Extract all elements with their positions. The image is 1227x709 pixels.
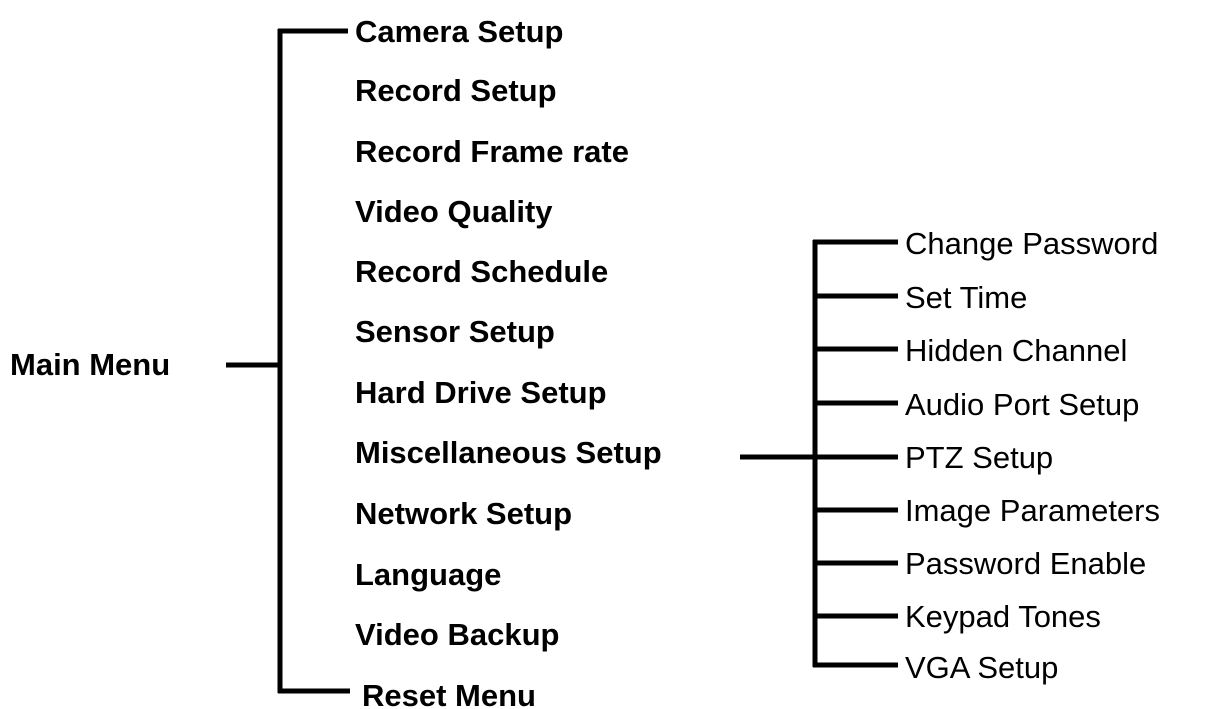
sub-item-ptz-setup[interactable]: PTZ Setup — [905, 440, 1053, 475]
main-item-hard-drive-setup[interactable]: Hard Drive Setup — [355, 375, 607, 410]
sub-item-image-parameters[interactable]: Image Parameters — [905, 493, 1160, 528]
main-item-video-quality[interactable]: Video Quality — [355, 194, 553, 229]
main-item-record-frame-rate[interactable]: Record Frame rate — [355, 134, 629, 169]
main-item-network-setup[interactable]: Network Setup — [355, 496, 572, 531]
sub-item-vga-setup[interactable]: VGA Setup — [905, 650, 1058, 685]
main-item-miscellaneous-setup[interactable]: Miscellaneous Setup — [355, 435, 662, 470]
sub-item-hidden-channel[interactable]: Hidden Channel — [905, 333, 1127, 368]
root-label-main-menu: Main Menu — [10, 347, 170, 382]
main-item-video-backup[interactable]: Video Backup — [355, 617, 559, 652]
main-item-camera-setup[interactable]: Camera Setup — [355, 14, 563, 49]
main-item-language[interactable]: Language — [355, 557, 501, 592]
sub-item-change-password[interactable]: Change Password — [905, 226, 1158, 261]
main-item-sensor-setup[interactable]: Sensor Setup — [355, 314, 555, 349]
main-item-record-setup[interactable]: Record Setup — [355, 73, 557, 108]
main-item-record-schedule[interactable]: Record Schedule — [355, 254, 608, 289]
sub-item-audio-port-setup[interactable]: Audio Port Setup — [905, 387, 1139, 422]
menu-tree-diagram: Main Menu Camera Setup Record Setup Reco… — [10, 14, 1160, 709]
main-item-reset-menu[interactable]: Reset Menu — [362, 678, 536, 709]
sub-item-keypad-tones[interactable]: Keypad Tones — [905, 599, 1101, 634]
sub-item-set-time[interactable]: Set Time — [905, 280, 1027, 315]
sub-item-password-enable[interactable]: Password Enable — [905, 546, 1146, 581]
